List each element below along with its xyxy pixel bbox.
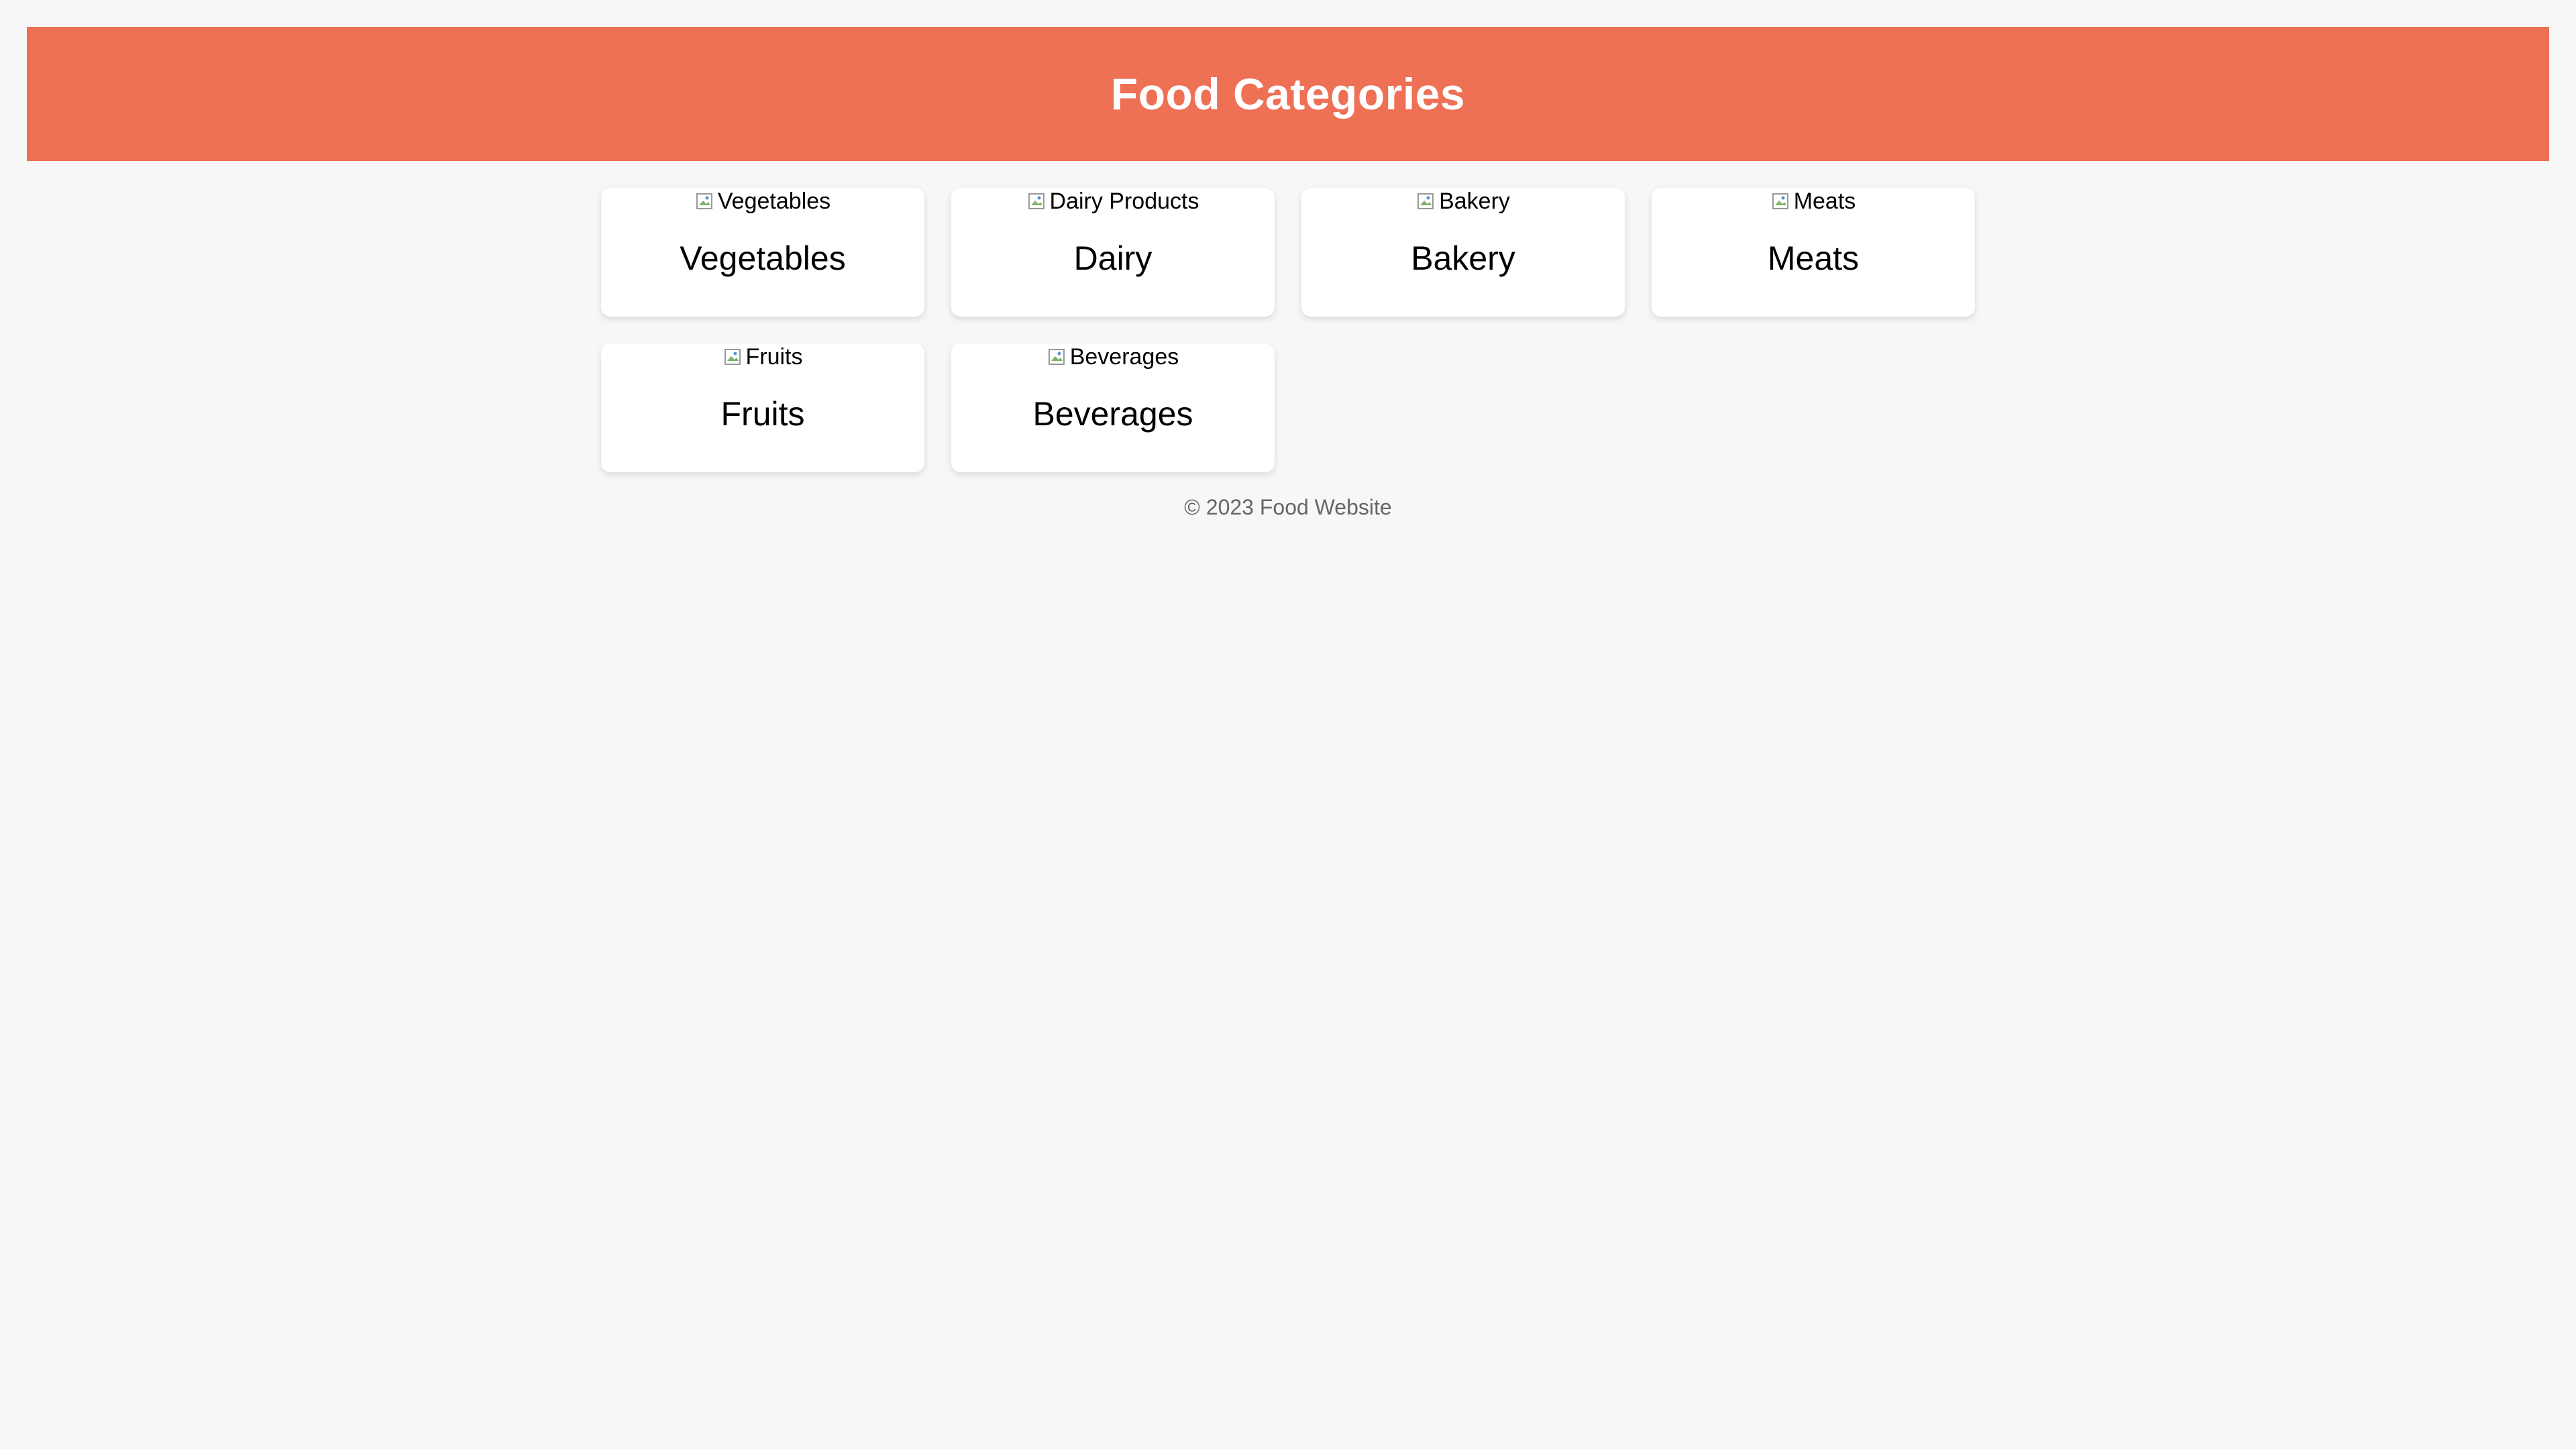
category-grid: Vegetables Vegetables Dairy Products Dai…	[601, 188, 1975, 472]
category-image-alt: Fruits	[745, 344, 803, 370]
category-card-beverages[interactable]: Beverages Beverages	[951, 343, 1275, 472]
broken-image-icon	[723, 346, 743, 368]
category-label: Vegetables	[680, 239, 846, 277]
category-image: Dairy Products	[951, 188, 1275, 215]
broken-image-icon	[1771, 191, 1791, 212]
category-label: Bakery	[1411, 239, 1515, 277]
category-card-fruits[interactable]: Fruits Fruits	[601, 343, 924, 472]
category-card-dairy[interactable]: Dairy Products Dairy	[951, 188, 1275, 317]
broken-image-icon	[1416, 191, 1436, 212]
broken-image-icon	[1047, 346, 1067, 368]
category-card-bakery[interactable]: Bakery Bakery	[1301, 188, 1625, 317]
broken-image-icon	[695, 191, 715, 212]
category-image: Meats	[1652, 188, 1975, 215]
page-title: Food Categories	[1110, 69, 1466, 119]
category-image: Vegetables	[601, 188, 924, 215]
category-card-meats[interactable]: Meats Meats	[1652, 188, 1975, 317]
category-label: Dairy	[1073, 239, 1152, 277]
category-label: Fruits	[720, 395, 805, 433]
footer-copyright: © 2023 Food Website	[1184, 495, 1392, 519]
category-card-vegetables[interactable]: Vegetables Vegetables	[601, 188, 924, 317]
broken-image-icon	[1027, 191, 1047, 212]
category-image-alt: Beverages	[1069, 344, 1179, 370]
category-image-alt: Bakery	[1439, 189, 1510, 214]
category-image-alt: Vegetables	[717, 189, 831, 214]
category-image: Beverages	[951, 343, 1275, 370]
category-label: Meats	[1767, 239, 1860, 277]
category-image-alt: Meats	[1793, 189, 1856, 214]
category-label: Beverages	[1032, 395, 1193, 433]
category-image-alt: Dairy Products	[1049, 189, 1199, 214]
page: Food Categories Vegetables Vegetables Da…	[0, 0, 2576, 1449]
header-banner: Food Categories	[27, 27, 2549, 161]
footer: © 2023 Food Website	[0, 495, 2576, 520]
category-image: Fruits	[601, 343, 924, 370]
category-image: Bakery	[1301, 188, 1625, 215]
